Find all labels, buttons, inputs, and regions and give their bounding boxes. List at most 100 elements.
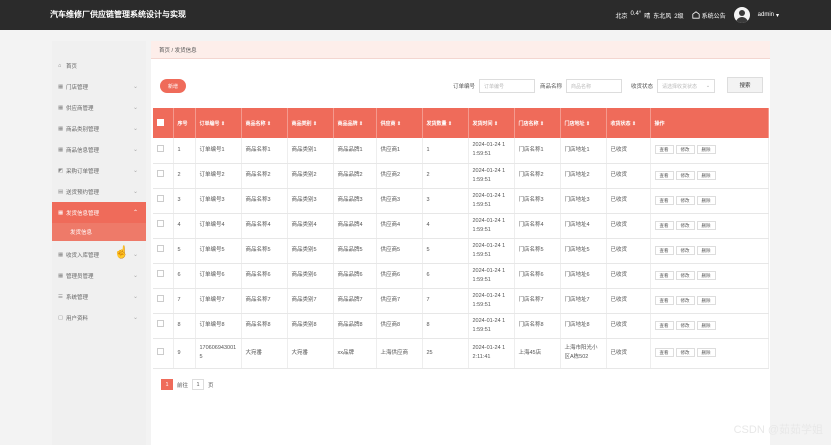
checkbox[interactable] (157, 245, 164, 252)
col-header[interactable]: 商品品牌 ⇕ (333, 108, 377, 138)
cell: 商品名称4 (241, 213, 288, 239)
avatar[interactable] (733, 7, 750, 23)
grid-icon: ▦ (58, 251, 64, 258)
checkbox[interactable] (157, 144, 164, 152)
sidebar-item-purchase[interactable]: ◩ 采购订单管理 ⌄ (52, 160, 146, 181)
product-name-input[interactable]: 商品名称 (566, 79, 623, 93)
sidebar-item-receiving[interactable]: ▦ 收货入库管理 ⌄ (52, 244, 146, 265)
col-header[interactable]: 供应商 ⇕ (376, 108, 423, 138)
search-button[interactable]: 搜索 (727, 77, 763, 93)
view-button[interactable]: 查看 (654, 195, 674, 205)
checkbox[interactable] (157, 195, 164, 202)
edit-button[interactable]: 修改 (675, 320, 695, 330)
sidebar-item-label: 供应商管理 (66, 105, 94, 112)
chevron-down-icon: ⌄ (132, 315, 138, 321)
edit-button[interactable]: 修改 (675, 145, 695, 155)
view-button[interactable]: 查看 (654, 270, 674, 280)
checkbox[interactable] (157, 270, 164, 277)
checkbox[interactable] (157, 295, 164, 302)
cell: 7 (422, 288, 469, 314)
search-receive-status: 收货状态 请选择收货状态 ⌄ (631, 78, 716, 94)
sidebar-item-shipping[interactable]: ▦ 发货信息管理 ⌃ (52, 202, 146, 223)
cell-line: 上海市阳光小 (564, 345, 598, 351)
sidebar-item-delivery-booking[interactable]: ▤ 送货预约管理 ⌄ (52, 181, 146, 202)
table-row: 8 订单编号8 商品名称8 商品类别8 商品品牌8 供应商8 8 2024-01… (153, 313, 769, 339)
checkbox[interactable] (157, 170, 164, 177)
time-line: 1:59:51 (472, 301, 491, 308)
cell: 8 (422, 313, 469, 339)
cell: 商品类别2 (287, 163, 334, 189)
delete-button[interactable]: 删除 (696, 295, 716, 305)
edit-button[interactable]: 修改 (675, 170, 695, 180)
sidebar-item-product[interactable]: ▦ 商品信息管理 ⌄ (52, 139, 146, 160)
col-header[interactable]: 发货时间 ⇕ (468, 108, 515, 138)
actions-cell: 查看 修改 删除 (650, 188, 769, 214)
cell: 商品名称1 (241, 138, 288, 164)
checkbox[interactable] (157, 347, 164, 355)
col-header[interactable]: 商品类别 ⇕ (287, 108, 334, 138)
delete-button[interactable]: 删除 (696, 220, 716, 230)
cell: 已收货 (606, 163, 651, 189)
main-panel: 首页 / 发货信息 新增 订单编号 订单编号 商品名称 商品名称 收货状态 请选… (151, 41, 770, 445)
col-header[interactable]: 门店地址 ⇕ (560, 108, 607, 138)
edit-button[interactable]: 修改 (675, 270, 695, 280)
delete-button[interactable]: 删除 (696, 145, 716, 155)
col-header[interactable]: 订单编号 ⇕ (195, 108, 242, 138)
cell: 商品名称3 (241, 188, 288, 214)
time-cell: 2024-01-24 1 1:59:51 (468, 188, 515, 214)
grid-icon: ▦ (58, 83, 64, 90)
sidebar-item-label: 商品信息管理 (66, 147, 100, 154)
sidebar-item-label: 收货入库管理 (66, 252, 100, 259)
sidebar-item-store[interactable]: ▦ 门店管理 ⌄ (52, 76, 146, 97)
edit-button[interactable]: 修改 (675, 195, 695, 205)
sidebar-item-home[interactable]: ⌂ 首页 (52, 55, 146, 76)
delete-button[interactable]: 删除 (696, 195, 716, 205)
cell: 订单编号8 (195, 313, 242, 339)
header-select-all[interactable] (153, 108, 174, 138)
cell: 门店名称4 (514, 213, 561, 239)
checkbox[interactable] (157, 118, 164, 126)
checkbox[interactable] (157, 320, 164, 327)
delete-button[interactable]: 删除 (696, 270, 716, 280)
view-button[interactable]: 查看 (654, 295, 674, 305)
col-header[interactable]: 发货数量 ⇕ (422, 108, 469, 138)
view-button[interactable]: 查看 (654, 170, 674, 180)
add-button[interactable]: 新增 (160, 79, 186, 93)
sidebar-item-admin[interactable]: ▦ 管理员管理 ⌄ (52, 265, 146, 286)
view-button[interactable]: 查看 (654, 320, 674, 330)
checkbox[interactable] (157, 220, 164, 227)
delete-button[interactable]: 删除 (696, 348, 716, 357)
edit-button[interactable]: 修改 (675, 220, 695, 230)
cell: 商品类别7 (287, 288, 334, 314)
sidebar-item-category[interactable]: ▦ 商品类别管理 ⌄ (52, 118, 146, 139)
sidebar: ⌂ 首页 ▦ 门店管理 ⌄ ▦ 供应商管理 ⌄ ▦ 商品类别管理 ⌄ ▦ 商品信… (52, 41, 146, 445)
sidebar-item-supplier[interactable]: ▦ 供应商管理 ⌄ (52, 97, 146, 118)
view-button[interactable]: 查看 (654, 245, 674, 255)
col-header[interactable]: 门店名称 ⇕ (514, 108, 561, 138)
sidebar-item-system[interactable]: ☰ 系统管理 ⌄ (52, 286, 146, 307)
goto-input[interactable]: 1 (192, 379, 205, 390)
sidebar-item-profile[interactable]: ▢ 用户资料 ⌄ (52, 307, 146, 328)
edit-button[interactable]: 修改 (675, 245, 695, 255)
receive-status-select[interactable]: 请选择收货状态 ⌄ (657, 79, 716, 93)
page-current[interactable]: 1 (161, 379, 173, 390)
col-header[interactable]: 商品名称 ⇕ (241, 108, 288, 138)
col-header[interactable]: 收货状态 ⇕ (606, 108, 651, 138)
cell: 门店名称5 (514, 238, 561, 264)
user-menu[interactable]: admin ▾ (758, 12, 779, 19)
edit-button[interactable]: 修改 (675, 348, 695, 357)
notice-button[interactable]: 系统公告 (692, 11, 726, 20)
sidebar-subitem-shipping-info[interactable]: 发货信息 (52, 223, 146, 241)
view-button[interactable]: 查看 (654, 145, 674, 155)
delete-button[interactable]: 删除 (696, 170, 716, 180)
delete-button[interactable]: 删除 (696, 320, 716, 330)
edit-button[interactable]: 修改 (675, 295, 695, 305)
view-button[interactable]: 查看 (654, 220, 674, 230)
view-button[interactable]: 查看 (654, 348, 674, 357)
time-line: 2024-01-24 1 (472, 345, 506, 351)
settings-icon: ☰ (58, 293, 63, 300)
sidebar-item-label: 发货信息管理 (66, 210, 100, 217)
cell: 上海供应商 (376, 338, 423, 369)
delete-button[interactable]: 删除 (696, 245, 716, 255)
order-no-input[interactable]: 订单编号 (479, 79, 536, 93)
